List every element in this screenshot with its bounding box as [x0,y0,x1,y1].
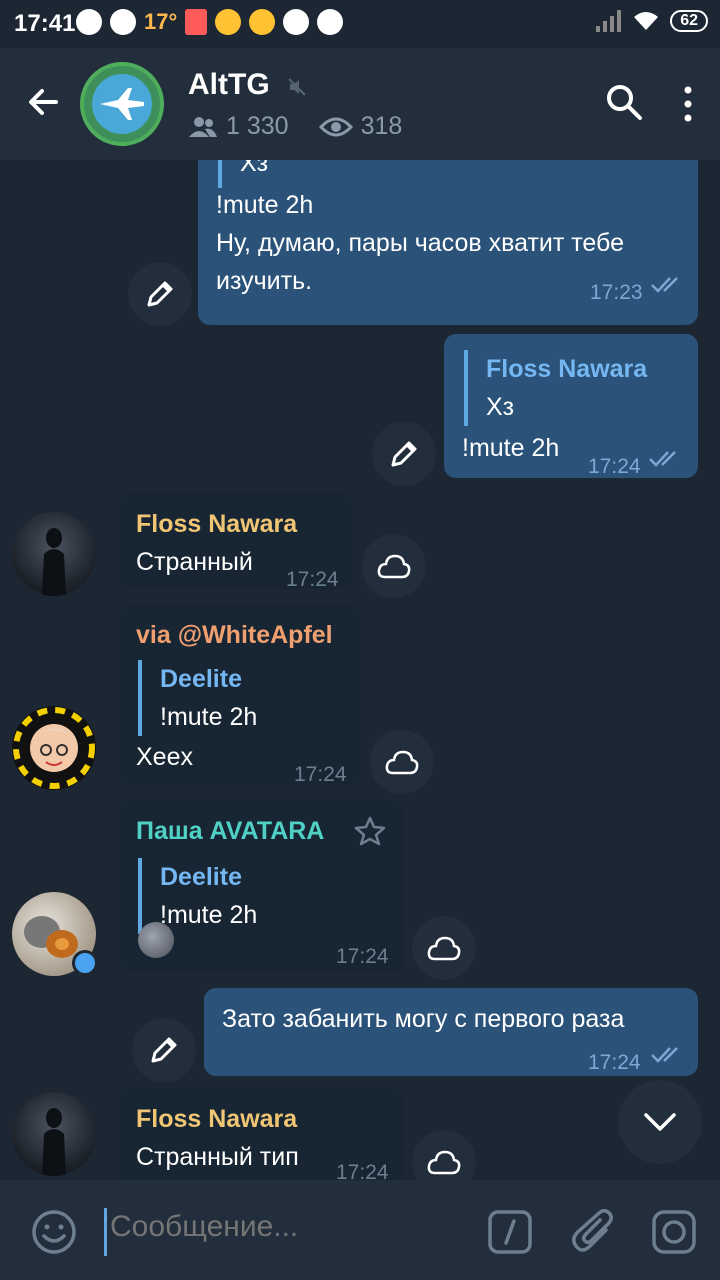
message-bubble[interactable]: via @WhiteApfel Deelite !mute 2h Xeex 17… [118,604,362,786]
cloud-icon [427,1150,461,1175]
system-icons: 62 [596,10,708,32]
moon-emoji [138,922,174,958]
app-notification-icon [185,9,208,35]
status-time: 17:41 [14,10,76,37]
notification-icon [110,9,136,35]
message-text: !mute 2h [462,434,560,462]
message-bubble[interactable]: Зато забанить могу с первого раза 17:24 [204,988,698,1076]
message-time: 17:24 [588,455,641,478]
quote-author: Floss Nawara [486,355,648,383]
members-icon [189,116,217,137]
chevron-down-icon [644,1113,676,1131]
cloud-icon [385,750,419,775]
quote-text: !mute 2h [160,901,258,929]
save-to-cloud-button[interactable] [362,534,426,598]
message-bubble[interactable]: Floss Nawara Странный 17:24 [118,493,354,591]
back-arrow-icon[interactable] [24,82,64,122]
chat-header: AltTG 1 330 318 [0,48,720,160]
pencil-icon [391,441,417,467]
pencil-icon [147,281,173,307]
online-indicator [72,950,98,976]
temperature-text: 17° [144,9,178,34]
quote-author: Deelite [160,863,242,891]
message-text: Странный тип [136,1143,299,1171]
save-to-cloud-button[interactable] [412,916,476,980]
message-bubble[interactable]: Floss Nawara Хз !mute 2h 17:24 [444,334,698,478]
notification-icons: 17° [76,9,344,35]
message-bubble[interactable]: Паша AVATARA Deelite !mute 2h 17:24 [118,800,404,972]
save-to-cloud-button[interactable] [412,1130,476,1180]
channel-avatar[interactable] [80,62,164,146]
text-caret [104,1208,107,1256]
message-time: 17:24 [294,763,347,786]
reply-quote[interactable]: Floss Nawara Хз [464,350,647,426]
message-list[interactable]: Хз !mute 2h Ну, думаю, пары часов хватит… [0,160,720,1180]
app-notification-icon [317,9,344,35]
quote-text: !mute 2h [160,703,258,731]
reply-quote[interactable]: Deelite !mute 2h [138,660,257,736]
message-time: 17:24 [286,568,339,591]
cloud-icon [427,936,461,961]
more-icon[interactable] [676,84,700,124]
slash-command-icon[interactable] [488,1210,532,1254]
emoji-icon[interactable] [30,1208,78,1256]
figure-silhouette [42,528,66,596]
sender-avatar[interactable] [12,706,96,790]
message-time: 17:24 [588,1051,641,1074]
message-bubble[interactable]: Хз !mute 2h Ну, думаю, пары часов хватит… [198,160,698,325]
message-time: 17:24 [336,1161,389,1180]
wifi-icon [634,12,659,30]
figure-silhouette [42,1108,66,1176]
app-notification-icon [215,9,242,35]
quote-text: Хз [486,393,515,421]
paperclip-icon[interactable] [572,1208,616,1256]
message-text: Странный [136,548,253,576]
quote-text: Хз [240,160,269,177]
via-bot-label[interactable]: via @WhiteApfel [136,616,333,654]
channel-subtitle: 1 330 318 [188,112,402,141]
status-bar: 17:41 17° 62 [0,0,720,48]
camera-icon[interactable] [652,1210,696,1254]
message-text: Xeex [136,743,193,771]
muted-icon [288,78,306,96]
members-count: 1 330 [226,112,289,140]
message-text: !mute 2h Ну, думаю, пары часов хватит те… [216,191,624,295]
weather-icon [283,9,310,35]
sender-avatar[interactable] [12,1092,96,1176]
app-notification-icon [249,9,276,35]
signal-icon [596,10,622,32]
scroll-to-bottom-button[interactable] [618,1080,702,1164]
battery-indicator: 62 [670,10,708,32]
edit-button[interactable] [372,422,436,486]
star-icon[interactable] [354,816,386,846]
double-check-icon [651,277,678,293]
sender-avatar[interactable] [12,512,96,596]
pencil-icon [151,1037,177,1063]
double-check-icon [649,451,676,467]
edit-button[interactable] [128,262,192,326]
message-input[interactable] [110,1210,430,1244]
save-to-cloud-button[interactable] [370,730,434,794]
eye-icon [318,117,353,136]
reply-quote[interactable]: Хз [218,160,268,188]
cloud-icon [377,554,411,579]
sender-name[interactable]: Floss Nawara [136,1100,297,1138]
jet-icon [100,88,144,120]
message-text: Зато забанить могу с первого раза [222,1005,625,1033]
double-check-icon [651,1047,678,1063]
cartoon-avatar [13,707,95,789]
message-composer [0,1180,720,1280]
search-icon[interactable] [604,82,644,122]
telegram-notification-icon [76,9,102,35]
quote-author: Deelite [160,665,242,693]
sender-name[interactable]: Паша AVATARA [136,812,324,850]
online-count: 318 [360,112,403,140]
sender-name[interactable]: Floss Nawara [136,505,297,543]
message-time: 17:24 [336,945,389,968]
message-time: 17:23 [590,281,643,304]
message-bubble[interactable]: Floss Nawara Странный тип 17:24 [118,1088,404,1180]
edit-button[interactable] [132,1018,196,1082]
channel-title[interactable]: AltTG [188,68,270,102]
